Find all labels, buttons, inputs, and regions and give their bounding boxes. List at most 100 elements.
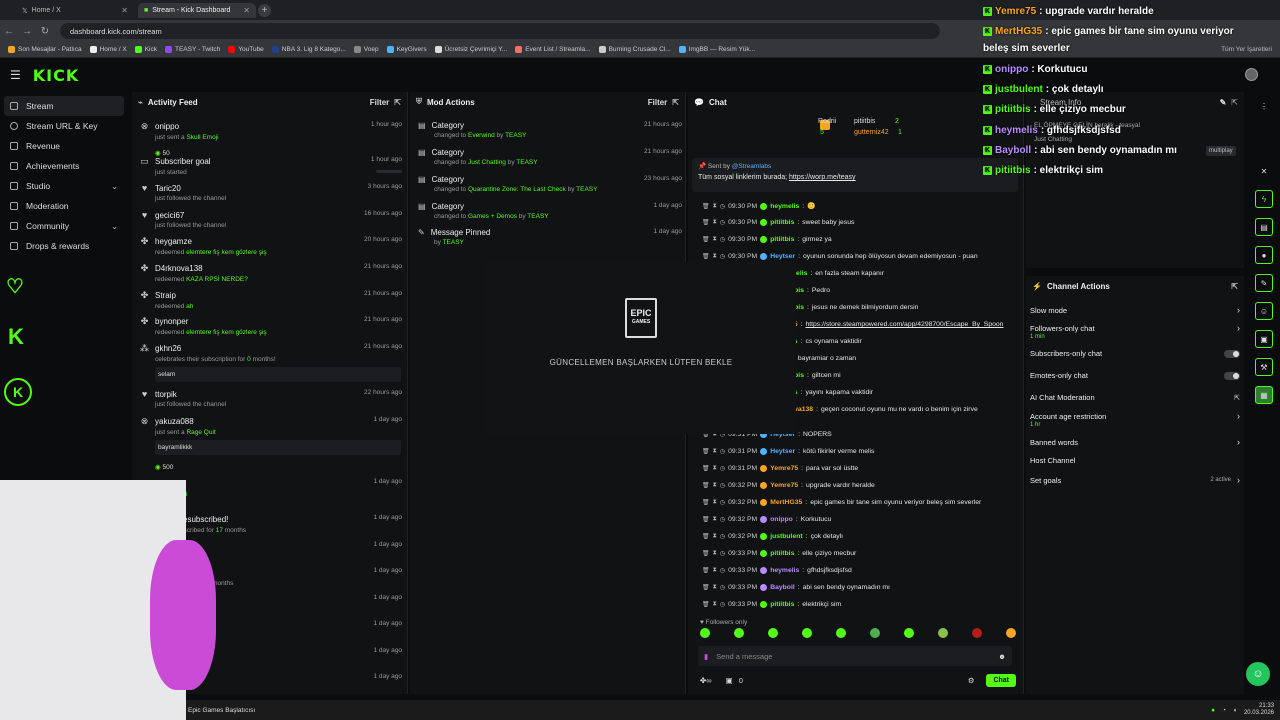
activity-item[interactable]: ⊗ onippo 1 hour ago just sent a Skull Emoji… xyxy=(140,121,402,161)
channel-action-item[interactable]: AI Chat Moderation ⇱ xyxy=(1030,393,1240,402)
bookmark-item[interactable]: Home / X xyxy=(89,46,127,53)
chat-message[interactable]: 🗑 ⧗ ◷ 09:32 PM MertHG35: epic games bir tane … xyxy=(702,499,1012,506)
gear-icon[interactable]: ⚙ xyxy=(968,676,975,685)
bookmark-item[interactable]: NBA 3. Lig 8 Katego... xyxy=(271,46,346,53)
emote-icon[interactable] xyxy=(700,628,710,638)
sidebar-item-achievements[interactable]: Achievements xyxy=(0,156,128,176)
app-icon[interactable]: ▦ xyxy=(1255,386,1273,404)
activity-item[interactable]: ✤ heygamze 20 hours ago redeemed elemtere f… xyxy=(140,236,402,256)
sidebar-item-stream-url-key[interactable]: Stream URL & Key xyxy=(0,116,128,136)
channel-action-item[interactable]: Subscribers-only chat xyxy=(1030,349,1240,358)
filter-button[interactable]: Filter xyxy=(370,98,390,107)
mod-action-item[interactable]: ▤ Category 1 day ago changed to Games + Dem… xyxy=(418,202,682,220)
emote-icon[interactable] xyxy=(1006,628,1016,638)
trash-icon[interactable]: 🗑 xyxy=(702,219,710,226)
sidebar-item-stream[interactable]: Stream xyxy=(4,96,124,116)
network-icon[interactable]: ◔ xyxy=(1222,707,1226,714)
activity-item[interactable]: ♥ gecici67 16 hours ago just followed the c… xyxy=(140,210,402,229)
lightning-icon[interactable]: ϟ xyxy=(1255,190,1273,208)
activity-item[interactable]: ✤ Straip 21 hours ago redeemed ah xyxy=(140,290,402,310)
popout-icon[interactable]: ⇱ xyxy=(672,98,679,107)
channel-action-item[interactable]: Slow mode › xyxy=(1030,305,1240,315)
close-icon[interactable]: ✕ xyxy=(243,6,250,15)
hourglass-icon[interactable]: ⧗ xyxy=(713,203,717,210)
chat-username[interactable]: Yemre75 xyxy=(770,465,798,472)
emote-icon[interactable] xyxy=(938,628,948,638)
trash-icon[interactable]: 🗑 xyxy=(702,253,710,260)
activity-item[interactable]: ♥ ttorpik 22 hours ago just followed the ch… xyxy=(140,389,402,408)
sidebar-item-drops-rewards[interactable]: Drops & rewards xyxy=(0,236,128,256)
forward-icon[interactable]: → xyxy=(18,26,36,37)
activity-item[interactable]: ⊗ yakuza088 1 day ago just sent a Rage Quit… xyxy=(140,416,402,475)
chat-message[interactable]: 🗑 ⧗ ◷ 09:33 PM Bayboll: abi sen bendy oynamad… xyxy=(702,584,1012,591)
chat-message[interactable]: 🗑 ⧗ ◷ 09:30 PM Heytser: oyunun sonunda hep öl… xyxy=(702,253,1012,260)
hourglass-icon[interactable]: ⧗ xyxy=(713,584,717,591)
trash-icon[interactable]: 🗑 xyxy=(702,550,710,557)
sidebar-item-community[interactable]: Community ⌄ xyxy=(0,216,128,236)
trash-icon[interactable]: 🗑 xyxy=(702,499,710,506)
sidebar-item-revenue[interactable]: Revenue xyxy=(0,136,128,156)
chat-username[interactable]: pitiitbis xyxy=(770,236,794,243)
mod-action-item[interactable]: ▤ Category 21 hours ago changed to Everwind… xyxy=(418,121,682,139)
tab-home-x[interactable]: 𝕏 Home / X ✕ xyxy=(16,3,134,18)
users-icon[interactable]: ☺ xyxy=(1255,302,1273,320)
chat-message[interactable]: 🗑 ⧗ ◷ 09:32 PM onippo: Korkutucu xyxy=(702,516,1012,523)
bookmark-item[interactable]: TEASY - Twitch xyxy=(164,46,220,53)
hourglass-icon[interactable]: ⧗ xyxy=(713,499,717,506)
toggle-switch[interactable] xyxy=(1224,371,1240,380)
chat-username[interactable]: Bayboll xyxy=(770,584,795,591)
filter-button[interactable]: Filter xyxy=(648,98,668,107)
bookmark-item[interactable]: Burning Crusade Cl... xyxy=(598,46,671,53)
url-input[interactable]: dashboard.kick.com/stream xyxy=(60,23,940,39)
hourglass-icon[interactable]: ⧗ xyxy=(713,482,717,489)
clock[interactable]: 21:33 20.03.2026 xyxy=(1244,703,1274,717)
menu-icon[interactable]: ☰ xyxy=(10,68,21,82)
chat-username[interactable]: justbulent xyxy=(770,533,802,540)
support-chat-button[interactable]: ☺ xyxy=(1246,662,1270,686)
activity-item[interactable]: ♥ Taric20 3 hours ago just followed the cha… xyxy=(140,183,402,202)
chat-username[interactable]: Heytser xyxy=(770,253,795,260)
channel-action-item[interactable]: Set goals 2 active › xyxy=(1030,475,1240,485)
mod-action-item[interactable]: ✎ Message Pinned 1 day ago by TEASY xyxy=(418,228,682,246)
popout-icon[interactable]: ⇱ xyxy=(394,98,401,107)
hourglass-icon[interactable]: ⧗ xyxy=(713,219,717,226)
pencil-icon[interactable]: ✎ xyxy=(1255,274,1273,292)
bookmark-item[interactable]: Son Mesajlar - Patlıca xyxy=(8,46,82,53)
hourglass-icon[interactable]: ⧗ xyxy=(713,236,717,243)
chat-message[interactable]: 🗑 ⧗ ◷ 09:33 PM pitiitbis: elle çiziyo mecbur xyxy=(702,550,1012,557)
close-icon[interactable]: ✕ xyxy=(121,6,128,15)
trash-icon[interactable]: 🗑 xyxy=(702,203,710,210)
bookmark-item[interactable]: Event List / Streamla... xyxy=(515,46,591,53)
channel-action-item[interactable]: Followers-only chat › xyxy=(1030,323,1240,333)
sidebar-item-moderation[interactable]: Moderation xyxy=(0,196,128,216)
activity-item[interactable]: ✤ D4rknova138 21 hours ago redeemed KAZA RP… xyxy=(140,263,402,283)
emote-icon[interactable] xyxy=(734,628,744,638)
activity-item[interactable]: ⁂ gkhn26 21 hours ago celebrates their subs… xyxy=(140,343,402,382)
back-icon[interactable]: ← xyxy=(0,26,18,37)
hourglass-icon[interactable]: ⧗ xyxy=(713,516,717,523)
bookmark-item[interactable]: YouTube xyxy=(228,46,264,53)
chat-username[interactable]: MertHG35 xyxy=(770,499,802,506)
pinned-message[interactable]: 📌 Sent by @Streamlabs Tüm sosyal linkler… xyxy=(692,158,1018,192)
hourglass-icon[interactable]: ⧗ xyxy=(713,533,717,540)
chat-message[interactable]: 🗑 ⧗ ◷ 09:32 PM Yemre75: upgrade vardır herald… xyxy=(702,482,1012,489)
document-icon[interactable]: ▤ xyxy=(1255,218,1273,236)
trash-icon[interactable]: 🗑 xyxy=(702,465,710,472)
chat-message[interactable]: 🗑 ⧗ ◷ 09:30 PM heymelis: 🙂 xyxy=(702,202,1012,210)
chat-username[interactable]: pitiitbis xyxy=(770,601,794,608)
emote-icon[interactable] xyxy=(870,628,880,638)
emote-icon[interactable] xyxy=(904,628,914,638)
chat-message[interactable]: 🗑 ⧗ ◷ 09:33 PM heymelis: gfhdsjfksdjsfsd xyxy=(702,567,1012,574)
trash-icon[interactable]: 🗑 xyxy=(702,533,710,540)
trash-icon[interactable]: 🗑 xyxy=(702,482,710,489)
channel-action-item[interactable]: Banned words › xyxy=(1030,437,1240,447)
mic-icon[interactable]: ▮ xyxy=(704,652,708,661)
mod-action-item[interactable]: ▤ Category 21 hours ago changed to Just Cha… xyxy=(418,148,682,166)
spotify-icon[interactable]: ● xyxy=(1211,707,1215,714)
tools-icon[interactable]: ⚒ xyxy=(1255,358,1273,376)
emoji-icon[interactable]: ☻ xyxy=(998,652,1006,661)
gift-icon[interactable]: ▣ xyxy=(726,676,733,685)
emote-icon[interactable] xyxy=(802,628,812,638)
chat-message[interactable]: 🗑 ⧗ ◷ 09:31 PM Yemre75: para var sol üstte xyxy=(702,465,1012,472)
channel-action-item[interactable]: Emotes-only chat xyxy=(1030,371,1240,380)
